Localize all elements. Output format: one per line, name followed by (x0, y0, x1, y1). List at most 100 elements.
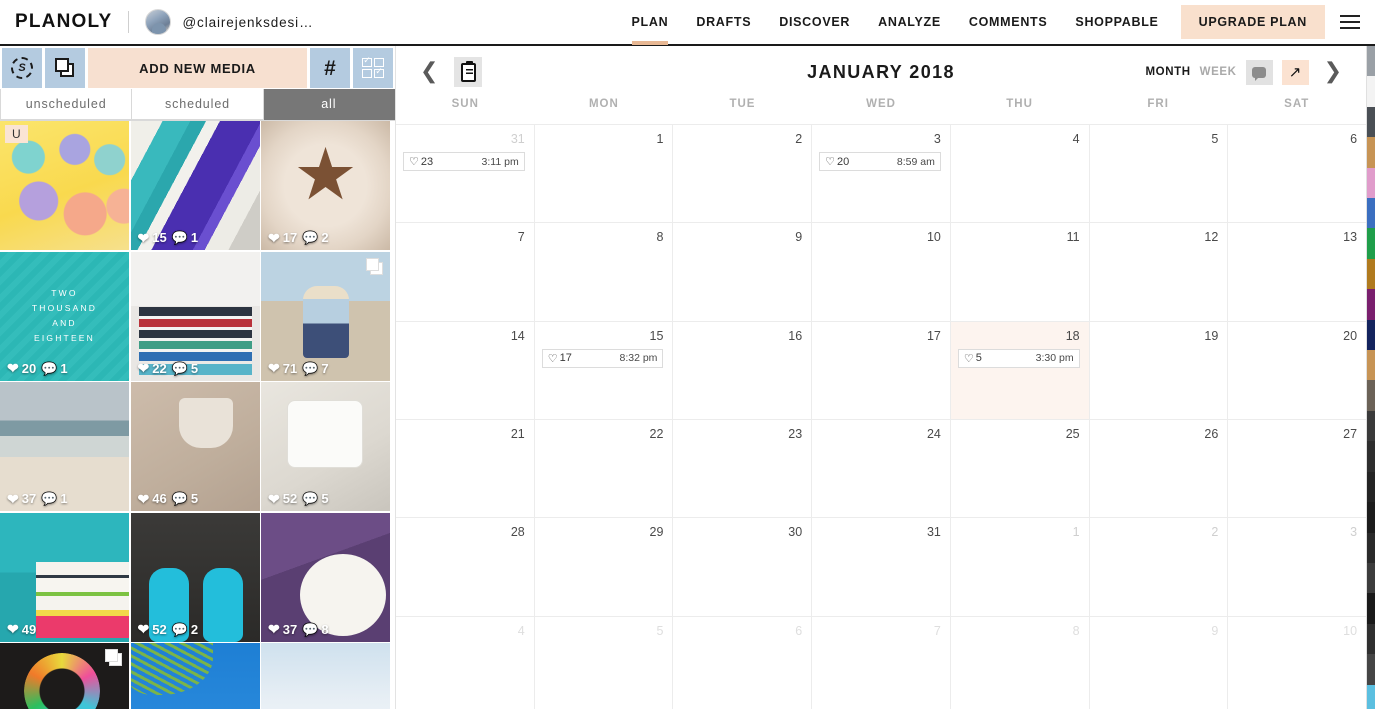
hashtag-icon[interactable]: # (310, 48, 350, 88)
nav-item-shoppable[interactable]: SHOPPABLE (1061, 0, 1172, 45)
calendar-day-cell[interactable]: 9 (1090, 616, 1229, 714)
comment-count: 1 (60, 360, 68, 376)
calendar-day-cell[interactable]: 6 (673, 616, 813, 714)
calendar-day-cell[interactable]: 14 (396, 321, 535, 419)
overlay-line: AND (52, 318, 77, 328)
media-thumbnail[interactable]: ❤ 37 💬 1 (0, 382, 129, 511)
calendar-day-cell[interactable]: 27 (1228, 420, 1366, 517)
upgrade-plan-button[interactable]: UPGRADE PLAN (1180, 5, 1325, 39)
nav-item-comments[interactable]: COMMENTS (955, 0, 1062, 45)
calendar-day-cell[interactable]: 21 (396, 419, 535, 518)
hamburger-icon[interactable] (1325, 0, 1375, 45)
avatar[interactable] (145, 9, 172, 35)
chevron-right-icon[interactable]: ❯ (1318, 61, 1348, 83)
color-minimap-scrollbar[interactable] (1366, 46, 1375, 715)
calendar-day-cell[interactable]: 11 (951, 223, 1090, 321)
story-circle-s-icon[interactable]: S (2, 48, 42, 88)
scheduled-post-chip[interactable]: ♡ 5 3:30 pm (957, 348, 1080, 368)
day-number: 29 (649, 525, 664, 540)
account-handle[interactable]: @clairejenksdesi… (182, 15, 313, 30)
calendar-day-cell[interactable]: 8 (535, 223, 674, 321)
calendar-day-cell[interactable]: 7 (812, 616, 951, 714)
thumbnail-stats: ❤ 37 💬 1 (7, 491, 68, 506)
calendar-day-cell[interactable]: 1 (535, 125, 674, 223)
calendar-day-cell[interactable]: 10 (812, 223, 951, 321)
calendar-day-cell[interactable]: 31 (812, 518, 951, 616)
scheduled-post-chip[interactable]: ♡ 23 3:11 pm (403, 152, 525, 171)
calendar-day-cell[interactable]: 5 (535, 616, 674, 714)
carousel-icon (366, 257, 383, 275)
calendar-day-cell[interactable]: 23 (673, 419, 813, 518)
media-thumbnail[interactable]: ❤ 37 💬 8 (261, 512, 390, 642)
calendar-day-cell[interactable]: 2 (673, 125, 813, 223)
view-toggle-month[interactable]: MONTH (1145, 66, 1190, 78)
media-thumbnail[interactable]: ❤ 71 💬 7 (261, 251, 390, 381)
calendar-day-cell[interactable]: 18 ♡ 5 3:30 pm (950, 321, 1090, 419)
calendar-day-cell[interactable]: 5 (1090, 125, 1229, 223)
calendar-day-cell[interactable]: 4 (396, 616, 535, 714)
media-thumbnail[interactable]: ❤ 52 💬 2 (130, 512, 260, 642)
calendar-day-cell[interactable]: 17 (812, 321, 951, 419)
thumbnail-stats: ❤ 71 💬 7 (268, 361, 329, 376)
calendar-day-cell[interactable]: 6 (1228, 125, 1366, 222)
calendar-day-cell[interactable]: 26 (1090, 419, 1229, 518)
calendar-day-cell[interactable]: 25 (951, 419, 1090, 518)
media-thumbnail[interactable] (130, 643, 260, 715)
calendar-day-cell[interactable]: 10 (1228, 617, 1366, 714)
calendar-day-cell[interactable]: 24 (812, 419, 951, 518)
calendar-day-cell[interactable]: 2 (1090, 518, 1229, 616)
grid-select-icon[interactable] (353, 48, 393, 88)
calendar-day-cell[interactable]: 1 (951, 518, 1090, 616)
media-thumbnail[interactable] (261, 643, 390, 715)
heart-icon: ❤ (7, 360, 19, 376)
calendar-day-cell[interactable]: 3 (1228, 518, 1366, 615)
media-thumbnail[interactable]: ❤ 49 (0, 512, 129, 642)
filter-tab-scheduled[interactable]: scheduled (132, 89, 264, 120)
media-thumbnail[interactable]: ❤17 💬2 (261, 121, 390, 250)
media-thumbnail[interactable] (0, 643, 129, 715)
thumbnail-stats: ❤ 49 (7, 622, 36, 637)
media-thumbnail[interactable]: ❤ 52 💬 5 (261, 382, 390, 511)
clipboard-icon[interactable] (454, 57, 483, 87)
calendar-day-cell[interactable]: 3 ♡ 20 8:59 am (812, 125, 951, 223)
filter-tab-unscheduled[interactable]: unscheduled (0, 89, 133, 120)
media-thumbnail[interactable]: U (0, 121, 129, 250)
calendar-day-cell[interactable]: 16 (673, 321, 813, 419)
nav-item-drafts[interactable]: DRAFTS (682, 0, 765, 45)
weekday-label-mon: MON (588, 98, 619, 110)
filter-tab-all[interactable]: all (263, 89, 395, 120)
calendar-day-cell[interactable]: 7 (396, 223, 535, 321)
calendar-week-row: 7 8 9 10 11 12 13 (396, 223, 1366, 322)
scheduled-post-chip[interactable]: ♡ 20 8:59 am (819, 152, 941, 171)
media-thumbnail[interactable]: ❤ 22 💬 5 (130, 251, 260, 381)
media-thumbnail[interactable]: ❤ 46 💬 5 (130, 382, 260, 511)
calendar-day-cell[interactable]: 13 (1228, 223, 1366, 320)
calendar-day-cell[interactable]: 9 (673, 223, 813, 321)
calendar-day-cell[interactable]: 30 (673, 518, 813, 616)
trend-line-icon[interactable]: ↗ (1281, 59, 1309, 85)
nav-item-analyze[interactable]: ANALYZE (864, 0, 955, 45)
add-new-media-button[interactable]: ADD NEW MEDIA (88, 48, 307, 88)
day-number: 20 (1343, 328, 1358, 343)
nav-item-discover[interactable]: DISCOVER (765, 0, 864, 45)
nav-item-plan[interactable]: PLAN (618, 0, 683, 45)
calendar-day-cell[interactable]: 12 (1090, 223, 1229, 321)
calendar-day-cell[interactable]: 31 ♡ 23 3:11 pm (396, 125, 535, 223)
calendar-day-cell[interactable]: 4 (951, 125, 1090, 223)
stacked-squares-icon[interactable] (45, 48, 85, 88)
post-like-group: ♡ 20 (825, 155, 849, 169)
calendar-day-cell[interactable]: 22 (535, 419, 674, 518)
calendar-day-cell[interactable]: 28 (396, 518, 535, 616)
media-thumbnail[interactable]: TWO THOUSAND AND EIGHTEEN ❤ 20 💬 1 (0, 251, 129, 381)
scheduled-post-chip[interactable]: ♡ 17 8:32 pm (541, 348, 664, 368)
calendar-day-cell[interactable]: 29 (535, 518, 674, 616)
view-toggle-week[interactable]: WEEK (1200, 66, 1237, 78)
brand-logo[interactable]: PLANOLY (15, 11, 112, 33)
calendar-day-cell[interactable]: 15 ♡ 17 8:32 pm (535, 321, 674, 419)
calendar-day-cell[interactable]: 8 (951, 616, 1090, 714)
media-thumbnail[interactable]: ❤ 15 💬 1 (130, 121, 260, 250)
chevron-left-icon[interactable]: ❮ (414, 61, 444, 83)
calendar-day-cell[interactable]: 20 (1228, 322, 1366, 419)
speech-bubble-icon[interactable] (1245, 59, 1273, 85)
calendar-day-cell[interactable]: 19 (1090, 321, 1229, 419)
